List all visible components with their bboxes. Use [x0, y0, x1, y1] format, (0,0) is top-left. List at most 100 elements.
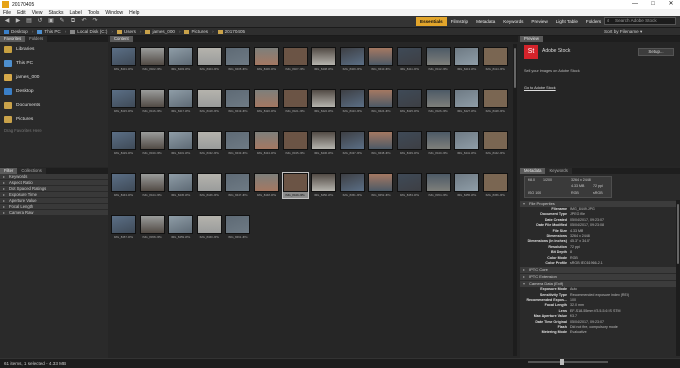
- section-file-properties[interactable]: File Properties: [520, 201, 676, 207]
- crumb-users[interactable]: Users ›: [116, 29, 141, 34]
- favorite-user[interactable]: james_000: [0, 70, 108, 84]
- thumbnail-item[interactable]: IMG_8409.JPG: [339, 47, 365, 72]
- section-camera-data[interactable]: Camera Data (Exif): [520, 281, 676, 288]
- tab-folders[interactable]: Folders: [25, 36, 48, 42]
- thumbnail-item[interactable]: IMG_8445.JPG: [168, 173, 194, 198]
- thumbnail-item[interactable]: IMG_8451.JPG: [339, 173, 365, 198]
- tab-keywords[interactable]: Keywords: [545, 168, 572, 174]
- thumbnail-item[interactable]: IMG_8406.JPG: [254, 47, 279, 72]
- thumbnail-item[interactable]: IMG_8442.JPG: [482, 131, 508, 156]
- thumbnail-item[interactable]: IMG_8435.JPG: [282, 131, 308, 156]
- thumbnail-item[interactable]: IMG_8404.JPG: [196, 47, 222, 72]
- thumbnail-item[interactable]: IMG_8456.JPG: [482, 173, 508, 198]
- thumbnail-item[interactable]: IMG_8412.JPG: [425, 47, 451, 72]
- thumbnail-item[interactable]: IMG_8459.JPG: [168, 215, 194, 240]
- thumbnail-item[interactable]: IMG_8425.JPG: [397, 89, 422, 114]
- thumbnail-item[interactable]: IMG_8422.JPG: [311, 89, 337, 114]
- tab-favorites[interactable]: Favorites: [0, 36, 26, 42]
- crumb-pictures[interactable]: Pictures ›: [184, 29, 214, 34]
- sort-dropdown[interactable]: Sort by Filename ▾: [604, 29, 642, 35]
- thumbnail-item[interactable]: IMG_8440.JPG: [425, 131, 451, 156]
- content-scrollbar[interactable]: [513, 44, 517, 356]
- thumbnail-item[interactable]: IMG_8420.JPG: [254, 89, 279, 114]
- thumbnail-item[interactable]: IMG_8421.JPG: [282, 89, 308, 114]
- open-recent-icon[interactable]: ⧉: [69, 18, 77, 25]
- thumbnail-item[interactable]: IMG_8450.JPG: [311, 173, 337, 198]
- workspace-preview[interactable]: Preview: [527, 17, 551, 26]
- thumbnail-item[interactable]: IMG_8436.JPG: [311, 131, 337, 156]
- favorite-desktop[interactable]: Desktop: [0, 84, 108, 98]
- workspace-keywords[interactable]: Keywords: [499, 17, 527, 26]
- minimize-button[interactable]: —: [628, 0, 642, 9]
- workspace-folders[interactable]: Folders: [582, 17, 605, 26]
- tab-content[interactable]: Content: [110, 36, 133, 42]
- thumbnail-item[interactable]: IMG_8449.JPG: [281, 172, 309, 199]
- thumbnail-item[interactable]: IMG_8415.JPG: [111, 89, 136, 114]
- close-button[interactable]: ✕: [664, 0, 678, 9]
- metadata-scrollbar[interactable]: [676, 200, 680, 356]
- thumbnail-item[interactable]: IMG_8453.JPG: [397, 173, 422, 198]
- thumbnail-item[interactable]: IMG_8410.JPG: [368, 47, 394, 72]
- thumbnail-item[interactable]: IMG_8424.JPG: [368, 89, 394, 114]
- menu-stacks[interactable]: Stacks: [48, 10, 63, 16]
- thumbnail-item[interactable]: IMG_8429.JPG: [111, 131, 136, 156]
- back-icon[interactable]: ◀: [3, 18, 11, 25]
- search-input[interactable]: ⌕ Search Adobe Stock: [604, 17, 676, 25]
- thumbnail-item[interactable]: IMG_8446.JPG: [196, 173, 222, 198]
- rotate-right-icon[interactable]: ↷: [91, 18, 99, 25]
- menu-window[interactable]: Window: [105, 10, 123, 16]
- thumbnail-item[interactable]: IMG_8416.JPG: [139, 89, 165, 114]
- thumbnail-item[interactable]: IMG_8443.JPG: [111, 173, 136, 198]
- recent-folder-icon[interactable]: ▤: [25, 18, 33, 25]
- favorite-pictures[interactable]: Pictures: [0, 112, 108, 126]
- refine-icon[interactable]: ✎: [58, 18, 66, 25]
- workspace-essentials[interactable]: Essentials: [416, 17, 447, 26]
- favorite-libraries[interactable]: Libraries: [0, 42, 108, 56]
- tab-metadata[interactable]: Metadata: [520, 168, 546, 174]
- thumbnail-item[interactable]: IMG_8426.JPG: [425, 89, 451, 114]
- thumbnail-item[interactable]: IMG_8434.JPG: [254, 131, 279, 156]
- workspace-filmstrip[interactable]: Filmstrip: [447, 17, 472, 26]
- stock-link[interactable]: Go to Adobe Stock: [524, 86, 556, 90]
- get-photos-icon[interactable]: ▣: [47, 18, 55, 25]
- section-iptc-core[interactable]: IPTC Core: [520, 267, 676, 274]
- thumbnail-item[interactable]: IMG_8427.JPG: [454, 89, 480, 114]
- menu-help[interactable]: Help: [129, 10, 139, 16]
- thumbnail-item[interactable]: IMG_8437.JPG: [339, 131, 365, 156]
- thumbnail-item[interactable]: IMG_8438.JPG: [368, 131, 394, 156]
- boomerang-icon[interactable]: ↺: [36, 18, 44, 25]
- thumbnail-item[interactable]: IMG_8401.JPG: [111, 47, 136, 72]
- thumbnail-item[interactable]: IMG_8461.JPG: [225, 215, 251, 240]
- crumb-this-pc[interactable]: This PC ›: [37, 29, 66, 34]
- rotate-left-icon[interactable]: ↶: [80, 18, 88, 25]
- thumbnail-item[interactable]: IMG_8448.JPG: [254, 173, 279, 198]
- thumbnail-item[interactable]: IMG_8402.JPG: [139, 47, 165, 72]
- slider-handle[interactable]: [560, 359, 564, 365]
- maximize-button[interactable]: □: [646, 0, 660, 9]
- thumbnail-item[interactable]: IMG_8433.JPG: [225, 131, 251, 156]
- forward-icon[interactable]: ▶: [14, 18, 22, 25]
- thumbnail-item[interactable]: IMG_8431.JPG: [168, 131, 194, 156]
- thumbnail-item[interactable]: IMG_8444.JPG: [139, 173, 165, 198]
- filter-camera-raw[interactable]: Camera Raw: [0, 210, 108, 216]
- setup-button[interactable]: Setup...: [638, 48, 674, 56]
- thumbnail-item[interactable]: IMG_8417.JPG: [168, 89, 194, 114]
- thumbnail-item[interactable]: IMG_8414.JPG: [482, 47, 508, 72]
- menu-edit[interactable]: Edit: [17, 10, 26, 16]
- menu-label[interactable]: Label: [69, 10, 81, 16]
- thumbnail-item[interactable]: IMG_8418.JPG: [196, 89, 222, 114]
- thumbnail-item[interactable]: IMG_8411.JPG: [397, 47, 422, 72]
- thumbnail-item[interactable]: IMG_8405.JPG: [225, 47, 251, 72]
- section-iptc-extension[interactable]: IPTC Extension: [520, 274, 676, 281]
- workspace-light-table[interactable]: Light Table: [552, 17, 582, 26]
- thumbnail-size-slider[interactable]: [528, 361, 608, 363]
- crumb-local-disk[interactable]: Local Disk (C:) ›: [70, 29, 113, 34]
- crumb-current-folder[interactable]: 20170405: [217, 29, 245, 34]
- thumbnail-item[interactable]: IMG_8460.JPG: [196, 215, 222, 240]
- thumbnail-item[interactable]: IMG_8432.JPG: [196, 131, 222, 156]
- thumbnail-item[interactable]: IMG_8428.JPG: [482, 89, 508, 114]
- thumbnail-item[interactable]: IMG_8452.JPG: [368, 173, 394, 198]
- workspace-metadata[interactable]: Metadata: [472, 17, 499, 26]
- thumbnail-item[interactable]: IMG_8430.JPG: [139, 131, 165, 156]
- thumbnail-item[interactable]: IMG_8447.JPG: [225, 173, 251, 198]
